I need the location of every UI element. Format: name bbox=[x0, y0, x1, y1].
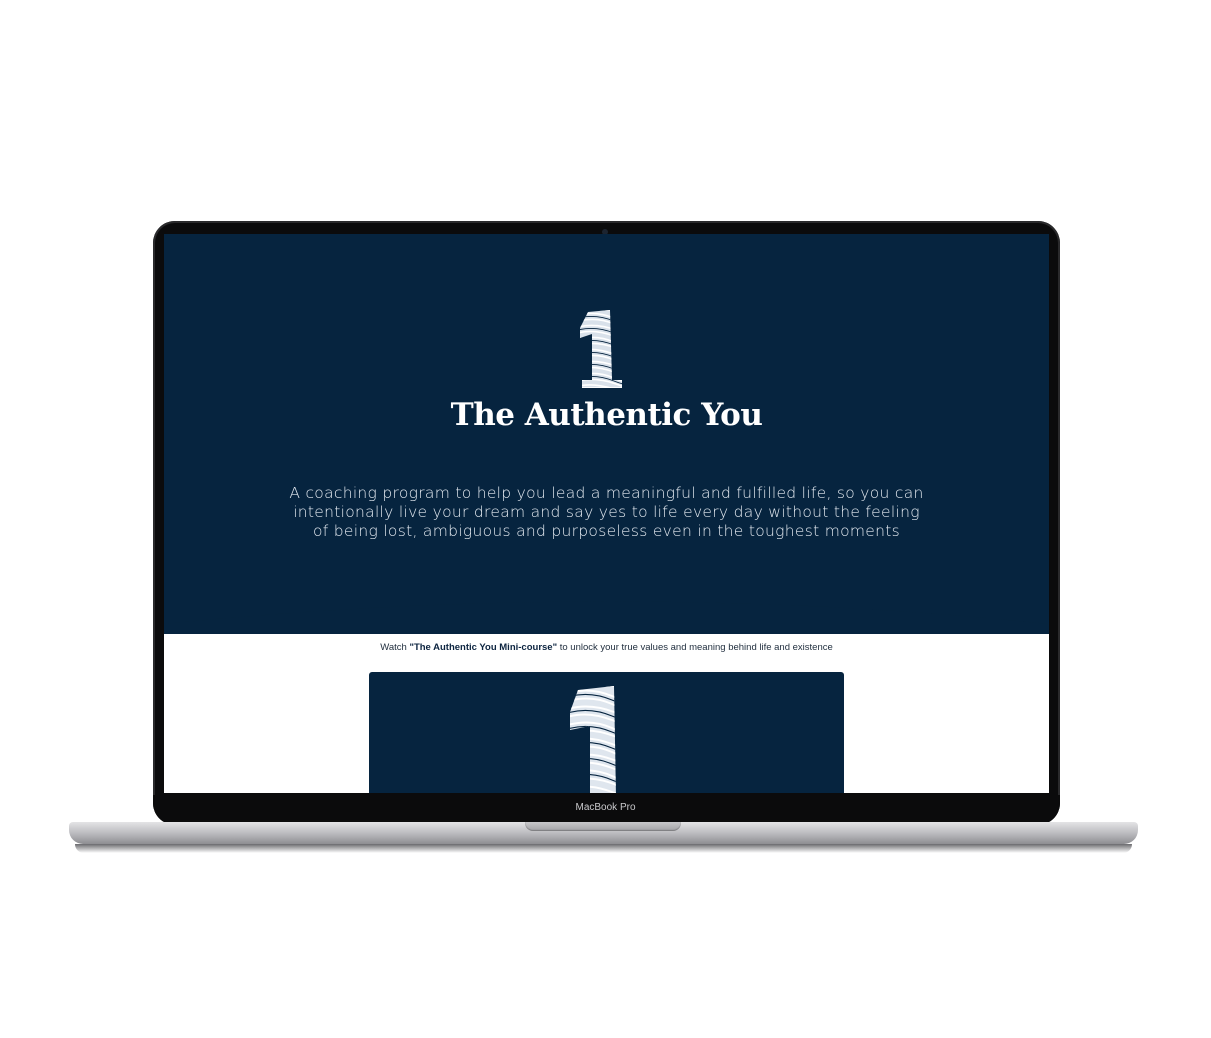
laptop-opening-notch bbox=[525, 822, 681, 831]
device-label: MacBook Pro bbox=[575, 802, 636, 813]
watch-suffix: to unlock your true values and meaning b… bbox=[557, 642, 833, 653]
fingerprint-number-one-icon bbox=[570, 686, 616, 793]
watch-prefix: Watch bbox=[380, 642, 410, 653]
mini-course-intro: Watch "The Authentic You Mini-course" to… bbox=[164, 642, 1049, 653]
hero-section: The Authentic You A coaching program to … bbox=[164, 234, 1049, 634]
video-player[interactable] bbox=[369, 672, 844, 793]
laptop-shadow bbox=[75, 844, 1132, 853]
hero-description: A coaching program to help you lead a me… bbox=[289, 484, 924, 540]
page-title: The Authentic You bbox=[450, 397, 763, 433]
hero-wave-divider bbox=[164, 589, 1049, 624]
fingerprint-number-one-icon bbox=[580, 310, 622, 388]
mini-course-link[interactable]: "The Authentic You Mini-course" bbox=[409, 642, 557, 653]
laptop-screen: The Authentic You A coaching program to … bbox=[164, 234, 1049, 793]
